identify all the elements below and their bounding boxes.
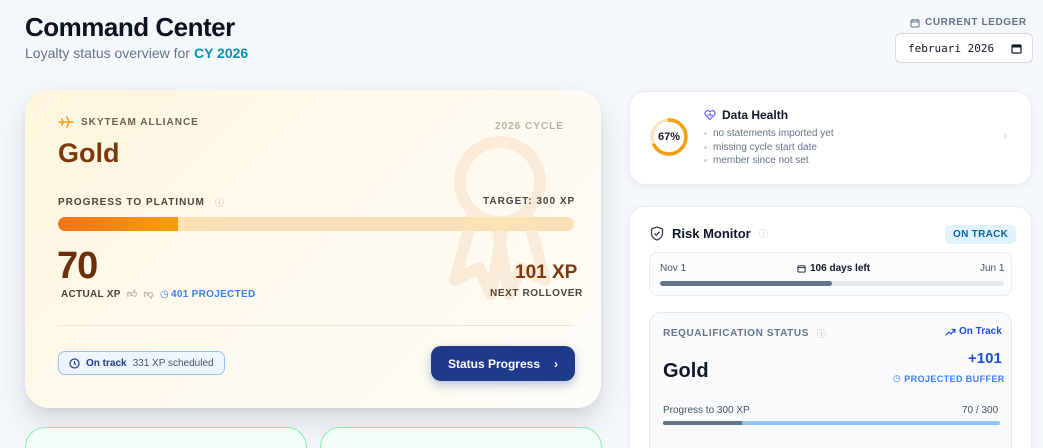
thumb-down-icon[interactable]: 👎︎ <box>144 288 154 300</box>
actual-xp-value: 70 <box>57 245 98 287</box>
actual-xp-label: ACTUAL XP <box>61 288 121 300</box>
risk-title: Risk Monitor ⓘ <box>650 226 768 241</box>
calendar-icon <box>797 265 806 273</box>
chevron-right-icon: › <box>554 356 559 371</box>
days-left: 106 days left <box>797 263 870 274</box>
card-divider <box>58 325 574 326</box>
status-card: SKYTEAM ALLIANCE Gold 2026 CYCLE PROGRES… <box>25 90 601 408</box>
subtitle-text: Loyalty status overview for <box>25 45 190 61</box>
timeline-start: Nov 1 <box>660 263 687 274</box>
health-issue: missing cycle start date <box>704 141 834 155</box>
current-ledger-label: CURRENT LEDGER <box>910 17 1027 28</box>
page-title: Command Center <box>25 12 235 42</box>
plane-icon <box>58 116 74 128</box>
cycle-timeline: Nov 1 106 days left Jun 1 <box>649 252 1012 296</box>
health-issue: no statements imported yet <box>704 127 834 141</box>
health-title: Data Health <box>704 108 788 122</box>
ledger-label-text: CURRENT LEDGER <box>925 17 1027 28</box>
status-progress-label: Status Progress <box>447 356 541 371</box>
risk-title-text: Risk Monitor <box>672 226 751 241</box>
status-progress-button[interactable]: Status Progress › <box>431 346 575 381</box>
projected-xp-text: 401 PROJECTED <box>170 288 256 300</box>
actual-xp-row: ACTUAL XP 👍︎ 👎︎ ◷ 401 PROJECTED <box>61 288 256 301</box>
rollover-label: NEXT ROLLOVER <box>490 288 583 299</box>
info-icon[interactable]: ⓘ <box>215 196 225 209</box>
heart-pulse-icon <box>704 110 716 121</box>
chevron-right-icon[interactable]: › <box>1003 128 1007 143</box>
command-center-page: Command Center Loyalty status overview f… <box>0 0 1043 448</box>
health-issues-list: no statements imported yet missing cycle… <box>704 127 834 168</box>
requalification-trend: On Track <box>945 326 1002 337</box>
page-subtitle: Loyalty status overview for CY 2026 <box>25 45 248 61</box>
subtitle-year: CY 2026 <box>193 45 249 61</box>
requalification-progress-value: 70 / 300 <box>962 405 999 416</box>
progress-target: TARGET: 300 XP <box>483 196 576 207</box>
on-track-pill: On track 331 XP scheduled <box>58 351 225 375</box>
clock-icon: ◷ <box>159 288 169 300</box>
cycle-label: 2026 CYCLE <box>495 121 564 132</box>
health-title-text: Data Health <box>722 108 789 122</box>
requalification-progress-fill <box>663 421 742 425</box>
progress-label-text: PROGRESS TO PLATINUM <box>58 197 205 208</box>
timeline-end: Jun 1 <box>980 263 1005 274</box>
trending-up-icon <box>945 328 956 336</box>
timeline-bar <box>660 281 1004 286</box>
info-icon[interactable]: ⓘ <box>817 327 827 340</box>
projected-buffer-label-text: PROJECTED BUFFER <box>904 373 1005 384</box>
scheduled-xp: 331 XP scheduled <box>132 357 214 369</box>
shield-check-icon <box>650 226 664 241</box>
on-track-text: On track <box>86 357 127 369</box>
tier-progress-bar <box>58 217 574 231</box>
data-health-card[interactable]: 67% Data Health no statements imported y… <box>629 91 1032 185</box>
requalification-label-text: REQUALIFICATION STATUS <box>663 328 809 339</box>
calendar-picker-icon[interactable] <box>1011 43 1022 54</box>
summary-card-left <box>25 427 307 448</box>
requalification-label: REQUALIFICATION STATUS ⓘ <box>663 327 827 340</box>
info-icon[interactable]: ⓘ <box>759 227 768 240</box>
projected-buffer-label: ◷ PROJECTED BUFFER <box>893 373 1005 384</box>
calendar-icon <box>910 18 920 27</box>
ledger-month-input[interactable]: februari 2026 <box>895 33 1033 63</box>
ledger-month-value: februari 2026 <box>908 41 995 55</box>
summary-card-right <box>320 427 602 448</box>
progress-label: PROGRESS TO PLATINUM ⓘ <box>58 196 225 209</box>
requalification-progress-label: Progress to 300 XP <box>663 405 750 416</box>
clock-icon <box>69 357 80 369</box>
health-percent: 67% <box>657 131 681 143</box>
health-issue: member since not set <box>704 154 834 168</box>
requalification-progress-bar <box>663 421 1000 425</box>
alliance-label: SKYTEAM ALLIANCE <box>58 114 199 130</box>
thumb-up-icon[interactable]: 👍︎ <box>127 288 138 300</box>
rollover-value: 101 XP <box>515 262 578 283</box>
current-tier: Gold <box>58 138 120 168</box>
risk-monitor-card: Risk Monitor ⓘ ON TRACK Nov 1 106 days l… <box>629 206 1032 448</box>
requalification-trend-text: On Track <box>959 326 1002 337</box>
risk-status-badge: ON TRACK <box>945 225 1017 244</box>
clock-icon: ◷ <box>893 373 902 383</box>
timeline-fill <box>660 281 832 286</box>
alliance-text: SKYTEAM ALLIANCE <box>81 116 199 128</box>
projected-xp: ◷ 401 PROJECTED <box>160 289 256 300</box>
requalification-card: REQUALIFICATION STATUS ⓘ On Track Gold +… <box>649 312 1012 448</box>
projected-buffer-value: +101 <box>968 350 1002 367</box>
requalification-tier: Gold <box>663 360 709 382</box>
days-left-text: 106 days left <box>810 263 871 274</box>
tier-progress-fill <box>58 217 179 231</box>
